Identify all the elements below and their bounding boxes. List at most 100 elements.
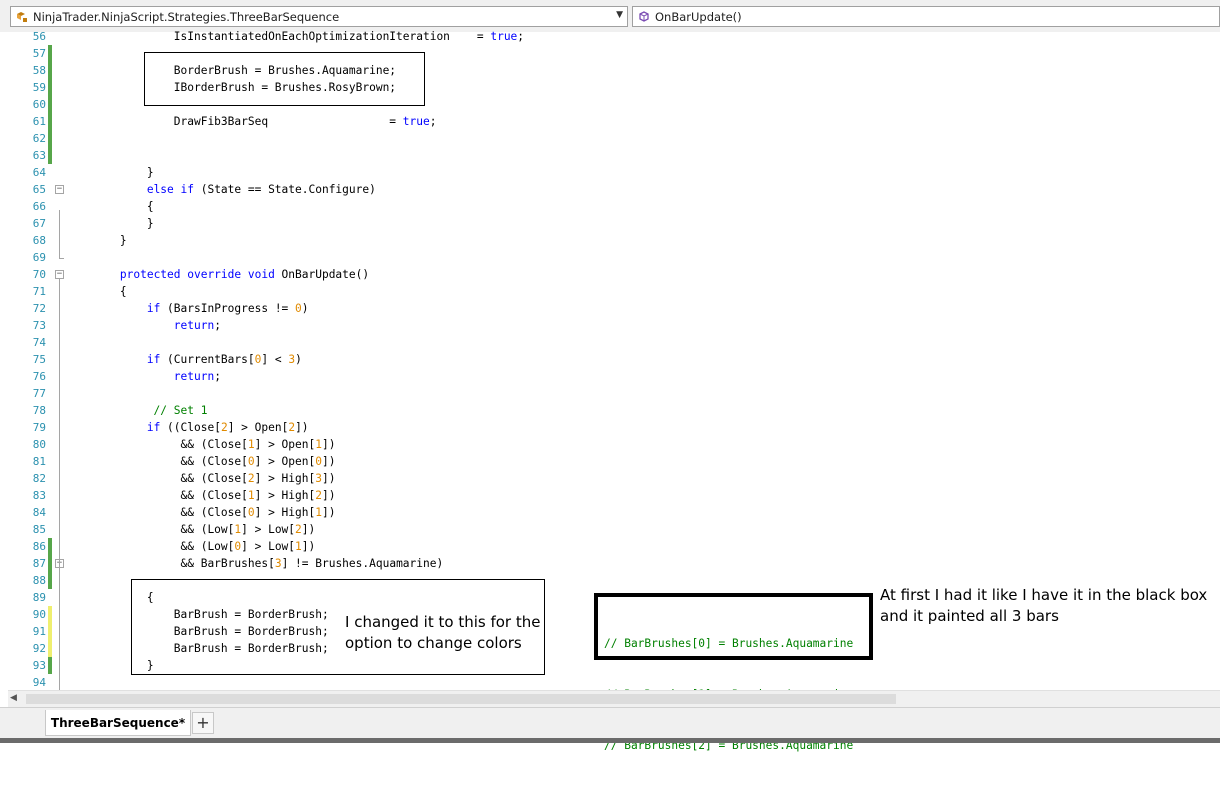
code-line[interactable]: 78 // Set 1: [0, 402, 1220, 419]
code-token: }: [66, 234, 127, 247]
code-line[interactable]: 64 }: [0, 164, 1220, 181]
change-marker-saved: [48, 113, 52, 130]
code-line[interactable]: 71 {: [0, 283, 1220, 300]
code-line[interactable]: 85 && (Low[1] > Low[2]): [0, 521, 1220, 538]
code-token: && (Low[: [66, 523, 235, 536]
scrollbar-thumb[interactable]: [26, 694, 896, 704]
line-number: 85: [32, 523, 46, 536]
code-token: && (Close[: [66, 472, 248, 485]
code-line[interactable]: 82 && (Close[2] > High[3]): [0, 470, 1220, 487]
code-line[interactable]: 84 && (Close[0] > High[1]): [0, 504, 1220, 521]
line-number: 81: [32, 455, 46, 468]
keyword-token: else if: [146, 183, 194, 196]
code-token: && (Close[: [66, 438, 248, 451]
code-line[interactable]: 81 && (Close[0] > Open[0]): [0, 453, 1220, 470]
code-line[interactable]: 76 return;: [0, 368, 1220, 385]
line-number: 92: [32, 642, 46, 655]
code-line[interactable]: 75 if (CurrentBars[0] < 3): [0, 351, 1220, 368]
code-line[interactable]: 86 && (Low[0] > Low[1]): [0, 538, 1220, 555]
change-marker-saved: [48, 572, 52, 589]
code-token: ] > High[: [254, 472, 316, 485]
code-line[interactable]: 69: [0, 249, 1220, 266]
code-token: ;: [214, 319, 221, 332]
fold-guide: [59, 567, 60, 690]
code-line[interactable]: 87− && BarBrushes[3] != Brushes.Aquamari…: [0, 555, 1220, 572]
number-token: 0: [247, 506, 255, 519]
code-line[interactable]: 65− else if (State == State.Configure): [0, 181, 1220, 198]
code-editor[interactable]: 56 IsInstantiatedOnEachOptimizationItera…: [0, 28, 1220, 752]
code-token: ]): [295, 421, 309, 434]
code-token: ;: [214, 370, 221, 383]
code-token: }: [66, 217, 154, 230]
number-token: 1: [295, 540, 302, 553]
line-code: && (Low[0] > Low[1]): [66, 538, 316, 555]
line-number: 75: [32, 353, 46, 366]
line-number: 73: [32, 319, 46, 332]
horizontal-scrollbar[interactable]: ◀: [8, 690, 1220, 707]
line-code: && (Low[1] > Low[2]): [66, 521, 316, 538]
code-line[interactable]: 66 {: [0, 198, 1220, 215]
add-tab-button[interactable]: +: [192, 712, 214, 734]
tab-threebarsequence[interactable]: ThreeBarSequence*: [45, 710, 191, 736]
code-token: ]): [321, 438, 336, 451]
annotation-at-first: At first I had it like I have it in the …: [880, 585, 1210, 627]
code-token: ;: [517, 30, 525, 43]
line-number: 68: [32, 234, 46, 247]
change-marker-saved: [48, 96, 52, 113]
code-token: ]): [321, 506, 336, 519]
change-marker-saved: [48, 79, 52, 96]
code-line[interactable]: 74: [0, 334, 1220, 351]
code-line[interactable]: 72 if (BarsInProgress != 0): [0, 300, 1220, 317]
line-number: 72: [32, 302, 46, 315]
line-number: 77: [32, 387, 46, 400]
change-marker-saved: [48, 130, 52, 147]
collapse-icon[interactable]: −: [55, 185, 64, 194]
code-line[interactable]: 70− protected override void OnBarUpdate(…: [0, 266, 1220, 283]
line-number: 66: [32, 200, 46, 213]
chevron-left-icon[interactable]: ◀: [10, 693, 17, 703]
line-code: }: [66, 164, 154, 181]
class-selector-dropdown[interactable]: NinjaTrader.NinjaScript.Strategies.Three…: [10, 6, 628, 27]
code-line[interactable]: 61 DrawFib3BarSeq = true;: [0, 113, 1220, 130]
line-code: protected override void OnBarUpdate(): [66, 266, 369, 283]
member-selector-dropdown[interactable]: OnBarUpdate(): [632, 6, 1220, 27]
line-code: && (Close[1] > High[2]): [66, 487, 336, 504]
code-line[interactable]: 62: [0, 130, 1220, 147]
line-number: 93: [32, 659, 46, 672]
code-line[interactable]: 73 return;: [0, 317, 1220, 334]
code-token: ]): [321, 472, 336, 485]
code-line[interactable]: 83 && (Close[1] > High[2]): [0, 487, 1220, 504]
code-token: ]): [301, 540, 316, 553]
line-number: 86: [32, 540, 46, 553]
code-line[interactable]: 80 && (Close[1] > Open[1]): [0, 436, 1220, 453]
code-token: DrawFib3BarSeq =: [66, 115, 403, 128]
number-token: 0: [315, 455, 322, 468]
code-token: }: [66, 166, 154, 179]
code-line[interactable]: 63: [0, 147, 1220, 164]
code-line[interactable]: 77: [0, 385, 1220, 402]
code-token: ;: [429, 115, 437, 128]
code-line[interactable]: 79 if ((Close[2] > Open[2]): [0, 419, 1220, 436]
code-line[interactable]: 56 IsInstantiatedOnEachOptimizationItera…: [0, 28, 1220, 45]
line-code: {: [66, 283, 127, 300]
keyword-token: return: [173, 370, 215, 383]
code-line[interactable]: 68 }: [0, 232, 1220, 249]
code-token: ] != Brushes.Aquamarine): [281, 557, 444, 570]
fold-guide: [59, 210, 60, 258]
line-number: 63: [32, 149, 46, 162]
change-marker-unsaved: [48, 606, 52, 623]
code-token: ] > Low[: [241, 540, 296, 553]
number-token: 2: [247, 472, 255, 485]
code-line[interactable]: 67 }: [0, 215, 1220, 232]
line-code: && (Close[2] > High[3]): [66, 470, 336, 487]
line-number: 60: [32, 98, 46, 111]
code-token: ] > Open[: [254, 455, 316, 468]
code-token: && (Close[: [66, 506, 248, 519]
line-code: }: [66, 232, 127, 249]
highlight-box-brushes: [144, 52, 425, 106]
line-code: IsInstantiatedOnEachOptimizationIteratio…: [66, 28, 524, 45]
line-code: if (CurrentBars[0] < 3): [66, 351, 302, 368]
